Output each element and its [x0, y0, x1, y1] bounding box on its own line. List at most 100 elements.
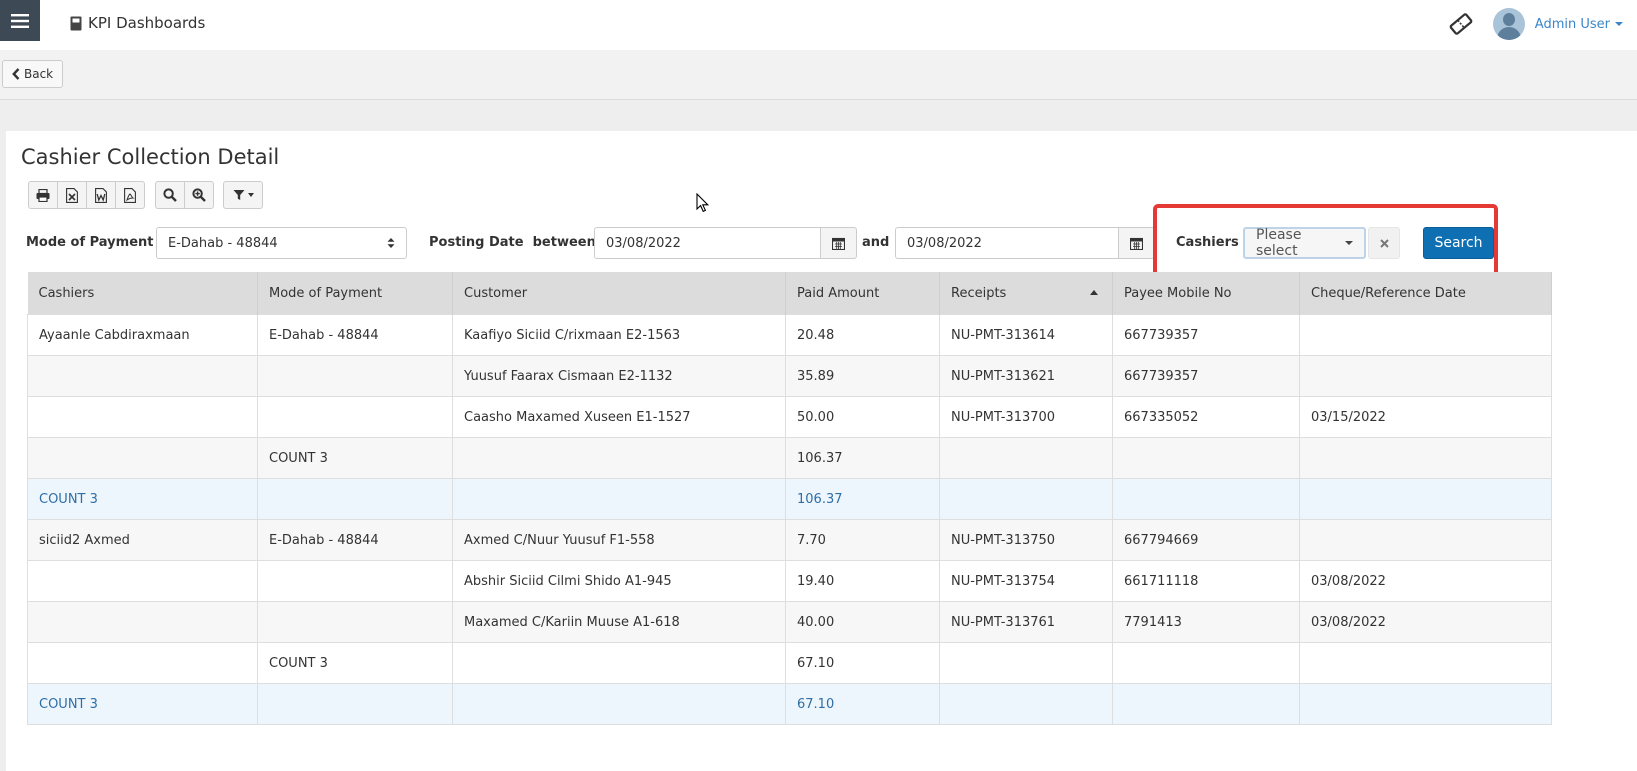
posting-date-label: Posting Date between: [429, 235, 596, 250]
ticket-icon[interactable]: [1447, 10, 1475, 38]
zoom-icon: [192, 188, 206, 202]
table-cell: 661711118: [1112, 560, 1300, 602]
menu-button[interactable]: [0, 0, 40, 41]
caret-down-icon: [247, 193, 254, 197]
table-cell: [1299, 519, 1552, 561]
user-name: Admin User: [1534, 16, 1610, 32]
table-cell: [1112, 478, 1300, 520]
column-header-payee-mobile[interactable]: Payee Mobile No: [1112, 272, 1300, 315]
table-cell: 106.37: [785, 478, 940, 520]
search-button[interactable]: [155, 181, 185, 209]
table-cell: [27, 560, 258, 602]
table-cell: Caasho Maxamed Xuseen E1-1527: [452, 396, 786, 438]
table-cell: [27, 396, 258, 438]
table-cell: NU-PMT-313614: [939, 314, 1113, 356]
table-cell: 7.70: [785, 519, 940, 561]
pdf-export-button[interactable]: [115, 181, 145, 209]
calendar-icon: [832, 237, 845, 250]
table-cell: siciid2 Axmed: [27, 519, 258, 561]
table-cell: [452, 642, 786, 684]
table-header-row: Cashiers Mode of Payment Customer Paid A…: [27, 272, 1552, 315]
subtotal-row: COUNT 3 106.37: [27, 437, 1552, 479]
date-from-input[interactable]: 03/08/2022: [594, 227, 821, 259]
receipts-header-label: Receipts: [951, 285, 1007, 301]
filter-icon: [233, 190, 244, 200]
table-cell: COUNT 3: [257, 642, 453, 684]
app-title: KPI Dashboards: [88, 14, 206, 32]
back-button[interactable]: Back: [2, 60, 64, 88]
table-cell: Maxamed C/Kariin Muuse A1-618: [452, 601, 786, 643]
date-to-input[interactable]: 03/08/2022: [895, 227, 1119, 259]
user-menu[interactable]: Admin User: [1535, 17, 1623, 32]
pdf-icon: [124, 187, 136, 203]
table-cell: [939, 437, 1113, 479]
date-from-calendar-button[interactable]: [821, 227, 857, 259]
table-cell: 67.10: [785, 642, 940, 684]
table-cell: 40.00: [785, 601, 940, 643]
table-row: siciid2 Axmed E-Dahab - 48844 Axmed C/Nuur…: [27, 519, 1552, 561]
filter-button[interactable]: [223, 181, 263, 209]
excel-icon: [66, 187, 78, 203]
back-label: Back: [24, 67, 54, 81]
avatar[interactable]: [1492, 8, 1525, 40]
date-to-calendar-button[interactable]: [1119, 227, 1155, 259]
page-title: Cashier Collection Detail: [21, 145, 280, 169]
table-cell: [939, 642, 1113, 684]
app-title-link[interactable]: KPI Dashboards: [70, 14, 205, 32]
table-cell: [939, 683, 1113, 725]
print-button[interactable]: [28, 181, 58, 209]
table-cell: 667335052: [1112, 396, 1300, 438]
chevron-left-icon: [12, 68, 20, 80]
subtotal-row: COUNT 3 67.10: [27, 642, 1552, 684]
mode-of-payment-select[interactable]: E-Dahab - 48844: [156, 227, 407, 259]
table-cell: 20.48: [785, 314, 940, 356]
table-cell: COUNT 3: [257, 437, 453, 479]
table-cell: [1299, 355, 1552, 397]
table-cell: NU-PMT-313700: [939, 396, 1113, 438]
print-icon: [36, 188, 50, 202]
export-group: [28, 181, 145, 209]
column-header-customer[interactable]: Customer: [452, 272, 786, 315]
table-cell: [27, 601, 258, 643]
table-cell: [27, 355, 258, 397]
table-cell: NU-PMT-313750: [939, 519, 1113, 561]
table-cell: Abshir Siciid Cilmi Shido A1-945: [452, 560, 786, 602]
column-header-mode-of-payment[interactable]: Mode of Payment: [257, 272, 453, 315]
zoom-button[interactable]: [184, 181, 214, 209]
column-header-cashiers[interactable]: Cashiers: [27, 272, 258, 315]
table-cell: [257, 683, 453, 725]
table-row: Maxamed C/Kariin Muuse A1-618 40.00 NU-PMT…: [27, 601, 1552, 643]
table-cell: [1299, 478, 1552, 520]
calendar-icon: [1130, 237, 1143, 250]
table-cell: [257, 396, 453, 438]
table-row: Ayaanle Cabdiraxmaan E-Dahab - 48844 Kaafi…: [27, 314, 1552, 356]
column-header-cheque-date[interactable]: Cheque/Reference Date: [1299, 272, 1552, 315]
table-cell: 7791413: [1112, 601, 1300, 643]
table-cell: E-Dahab - 48844: [257, 314, 453, 356]
table-cell: [1299, 437, 1552, 479]
updown-arrow-icon: [387, 238, 395, 248]
table-cell: 50.00: [785, 396, 940, 438]
main-panel: Cashier Collection Detail Mode of Paymen…: [6, 131, 1637, 771]
table-cell: [1299, 642, 1552, 684]
table-cell: 67.10: [785, 683, 940, 725]
mode-of-payment-value: E-Dahab - 48844: [168, 235, 278, 251]
table-cell: NU-PMT-313621: [939, 355, 1113, 397]
table-cell: 19.40: [785, 560, 940, 602]
word-export-button[interactable]: [86, 181, 116, 209]
excel-export-button[interactable]: [57, 181, 87, 209]
table-cell: COUNT 3: [27, 478, 258, 520]
column-header-receipts[interactable]: Receipts: [939, 272, 1113, 315]
table-cell: [452, 437, 786, 479]
group-total-row: COUNT 3 106.37: [27, 478, 1552, 520]
date-to-value: 03/08/2022: [907, 235, 982, 251]
table-row: Caasho Maxamed Xuseen E1-1527 50.00 NU-PMT…: [27, 396, 1552, 438]
table-cell: [1299, 314, 1552, 356]
table-row: Yuusuf Faarax Cismaan E2-1132 35.89 NU-PMT…: [27, 355, 1552, 397]
column-header-paid-amount[interactable]: Paid Amount: [785, 272, 940, 315]
table-cell: 667739357: [1112, 314, 1300, 356]
highlight-annotation: [1153, 204, 1498, 278]
user-area: Admin User: [1447, 8, 1623, 40]
menu-icon: [11, 13, 29, 28]
table-row: Abshir Siciid Cilmi Shido A1-945 19.40 NU-…: [27, 560, 1552, 602]
